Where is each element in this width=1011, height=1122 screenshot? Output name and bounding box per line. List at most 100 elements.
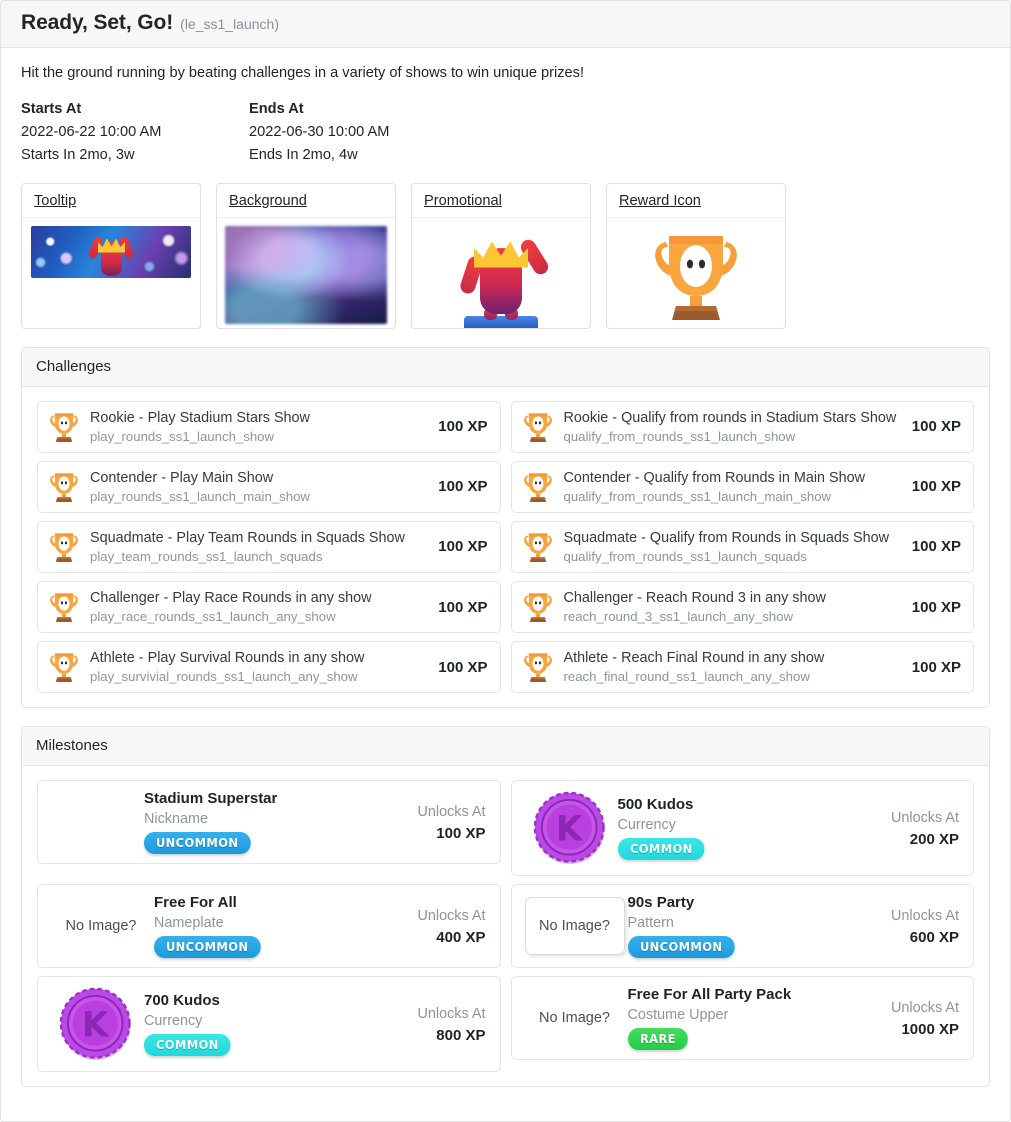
asset-image-reward-icon bbox=[607, 218, 785, 328]
milestone-info: Free For All Nameplate UNCOMMON bbox=[154, 894, 406, 959]
asset-link-promotional[interactable]: Promotional bbox=[424, 193, 502, 209]
milestone-no-image: No Image? bbox=[522, 897, 628, 956]
milestone-cell: K 700 Kudos Currency COMMON Unlocks At 800 XP bbox=[32, 972, 506, 1076]
milestone-type: Pattern bbox=[627, 915, 674, 932]
trophy-icon bbox=[655, 235, 737, 320]
challenge-cell: Athlete - Play Survival Rounds in any sh… bbox=[32, 637, 506, 697]
asset-link-reward-icon[interactable]: Reward Icon bbox=[619, 193, 701, 209]
challenge-text: Contender - Qualify from Rounds in Main … bbox=[564, 469, 902, 505]
rarity-badge: RARE bbox=[627, 1028, 688, 1051]
challenge-row[interactable]: Rookie - Play Stadium Stars Show play_rou… bbox=[37, 400, 501, 453]
asset-link-background[interactable]: Background bbox=[229, 193, 307, 209]
challenge-row[interactable]: Contender - Play Main Show play_rounds_ss… bbox=[37, 460, 501, 513]
challenge-text: Athlete - Reach Final Round in any show r… bbox=[564, 649, 902, 685]
milestone-info: 500 Kudos Currency COMMON bbox=[617, 796, 880, 861]
milestone-row[interactable]: No Image? Free For All Party Pack Costume … bbox=[510, 976, 974, 1061]
challenge-trophy bbox=[48, 410, 82, 444]
no-image-label: No Image? bbox=[539, 1010, 610, 1027]
challenge-slug: play_survivial_rounds_ss1_launch_any_sho… bbox=[90, 669, 358, 685]
challenge-xp: 100 XP bbox=[911, 478, 961, 496]
challenge-text: Squadmate - Play Team Rounds in Squads S… bbox=[90, 529, 428, 565]
challenge-name: Challenger - Reach Round 3 in any show bbox=[563, 589, 826, 606]
unlocks-at-label: Unlocks At bbox=[417, 907, 486, 924]
kudos-coin-icon: K bbox=[59, 988, 131, 1061]
ends-at-label: Ends At bbox=[249, 100, 304, 117]
milestone-type: Currency bbox=[617, 817, 676, 834]
challenge-xp: 100 XP bbox=[911, 658, 961, 676]
milestone-info: Free For All Party Pack Costume Upper RARE bbox=[627, 986, 880, 1051]
milestone-thumbnail: K bbox=[522, 789, 618, 867]
challenge-name: Challenger - Play Race Rounds in any sho… bbox=[90, 589, 372, 606]
promotional-character-icon bbox=[458, 226, 551, 328]
challenge-cell: Contender - Play Main Show play_rounds_ss… bbox=[32, 457, 506, 517]
challenge-cell: Challenger - Reach Round 3 in any show re… bbox=[506, 577, 980, 637]
rarity-badge: COMMON bbox=[617, 838, 705, 861]
challenge-xp: 100 XP bbox=[911, 418, 961, 436]
challenge-trophy bbox=[48, 470, 82, 504]
challenge-cell: Contender - Qualify from Rounds in Main … bbox=[506, 457, 980, 517]
unlocks-at-label: Unlocks At bbox=[417, 803, 486, 820]
challenge-name: Squadmate - Play Team Rounds in Squads S… bbox=[90, 529, 405, 546]
trophy-icon bbox=[523, 412, 552, 442]
challenge-text: Squadmate - Qualify from Rounds in Squad… bbox=[564, 529, 902, 565]
kudos-coin-icon: K bbox=[533, 792, 605, 865]
asset-image-promotional bbox=[412, 218, 590, 328]
challenge-row[interactable]: Athlete - Play Survival Rounds in any sh… bbox=[37, 641, 501, 694]
challenge-row[interactable]: Squadmate - Play Team Rounds in Squads S… bbox=[37, 520, 501, 573]
rarity-badge: UNCOMMON bbox=[154, 936, 261, 959]
challenge-name: Athlete - Reach Final Round in any show bbox=[563, 650, 825, 667]
asset-card-list: Tooltip Background Promotional Reward Ic… bbox=[21, 182, 990, 329]
trophy-icon bbox=[50, 412, 78, 442]
challenge-xp: 100 XP bbox=[438, 418, 488, 436]
challenge-row[interactable]: Rookie - Qualify from rounds in Stadium … bbox=[510, 400, 974, 453]
card-header: Ready, Set, Go! (le_ss1_launch) bbox=[1, 1, 1010, 48]
challenge-text: Rookie - Qualify from rounds in Stadium … bbox=[564, 409, 902, 445]
milestone-unlock: Unlocks At 100 XP bbox=[418, 803, 486, 842]
svg-text:K: K bbox=[555, 810, 583, 850]
challenge-row[interactable]: Challenger - Play Race Rounds in any sho… bbox=[37, 580, 501, 634]
milestone-name: Free For All bbox=[154, 894, 237, 912]
challenge-cell: Challenger - Play Race Rounds in any sho… bbox=[32, 577, 506, 637]
challenge-row[interactable]: Athlete - Reach Final Round in any show r… bbox=[510, 641, 974, 694]
milestone-row[interactable]: K 700 Kudos Currency COMMON Unlocks At 800 XP bbox=[37, 976, 501, 1073]
challenge-xp: 100 XP bbox=[911, 538, 961, 556]
asset-link-tooltip[interactable]: Tooltip bbox=[34, 193, 76, 209]
challenge-trophy bbox=[522, 470, 556, 504]
milestone-info: Stadium Superstar Nickname UNCOMMON bbox=[144, 790, 406, 855]
challenge-row[interactable]: Challenger - Reach Round 3 in any show re… bbox=[510, 580, 974, 634]
unlocks-at-label: Unlocks At bbox=[417, 1005, 486, 1022]
challenge-row[interactable]: Squadmate - Qualify from Rounds in Squad… bbox=[510, 520, 974, 573]
trophy-icon bbox=[523, 533, 552, 562]
challenge-name: Contender - Qualify from Rounds in Main … bbox=[563, 469, 866, 486]
milestone-name: 90s Party bbox=[627, 894, 695, 912]
milestone-unlock: Unlocks At 1000 XP bbox=[891, 999, 959, 1038]
unlocks-at-value: 200 XP bbox=[909, 830, 959, 848]
challenge-slug: play_team_rounds_ss1_launch_squads bbox=[90, 548, 323, 564]
milestone-row[interactable]: No Image? 90s Party Pattern UNCOMMON Unlocks… bbox=[510, 884, 974, 969]
challenge-name: Rookie - Play Stadium Stars Show bbox=[90, 409, 310, 426]
challenge-slug: reach_round_3_ss1_launch_any_show bbox=[563, 608, 794, 624]
page-title: Ready, Set, Go! bbox=[21, 11, 174, 34]
challenges-list: Rookie - Play Stadium Stars Show play_rou… bbox=[22, 387, 989, 708]
event-dates: Starts At 2022-06-22 10:00 AM Starts In … bbox=[21, 101, 990, 163]
milestone-info: 700 Kudos Currency COMMON bbox=[144, 992, 406, 1057]
asset-card-tooltip: Tooltip bbox=[21, 182, 201, 329]
challenge-slug: qualify_from_rounds_ss1_launch_show bbox=[563, 428, 796, 444]
milestone-row[interactable]: No Image? Free For All Nameplate UNCOMMON Un… bbox=[37, 884, 501, 969]
challenge-slug: play_rounds_ss1_launch_show bbox=[90, 428, 275, 444]
challenge-cell: Rookie - Qualify from rounds in Stadium … bbox=[506, 397, 980, 457]
challenge-trophy bbox=[522, 590, 556, 624]
challenges-panel: Challenges Rookie - Play Stadium Stars S… bbox=[21, 346, 990, 709]
asset-card-tooltip-header: Tooltip bbox=[22, 183, 200, 218]
tooltip-banner-art bbox=[31, 225, 191, 278]
unlocks-at-value: 800 XP bbox=[436, 1026, 486, 1044]
milestone-row[interactable]: Stadium Superstar Nickname UNCOMMON Unlocks… bbox=[37, 780, 501, 865]
challenge-name: Athlete - Play Survival Rounds in any sh… bbox=[90, 650, 365, 667]
challenge-xp: 100 XP bbox=[438, 538, 488, 556]
milestone-row[interactable]: K 500 Kudos Currency COMMON Unlocks At 200 XP bbox=[510, 780, 974, 877]
starts-at-label: Starts At bbox=[21, 100, 82, 117]
trophy-icon bbox=[50, 473, 78, 502]
trophy-icon bbox=[523, 473, 552, 502]
challenge-slug: reach_final_round_ss1_launch_any_show bbox=[563, 669, 810, 685]
challenge-row[interactable]: Contender - Qualify from Rounds in Main … bbox=[510, 460, 974, 513]
